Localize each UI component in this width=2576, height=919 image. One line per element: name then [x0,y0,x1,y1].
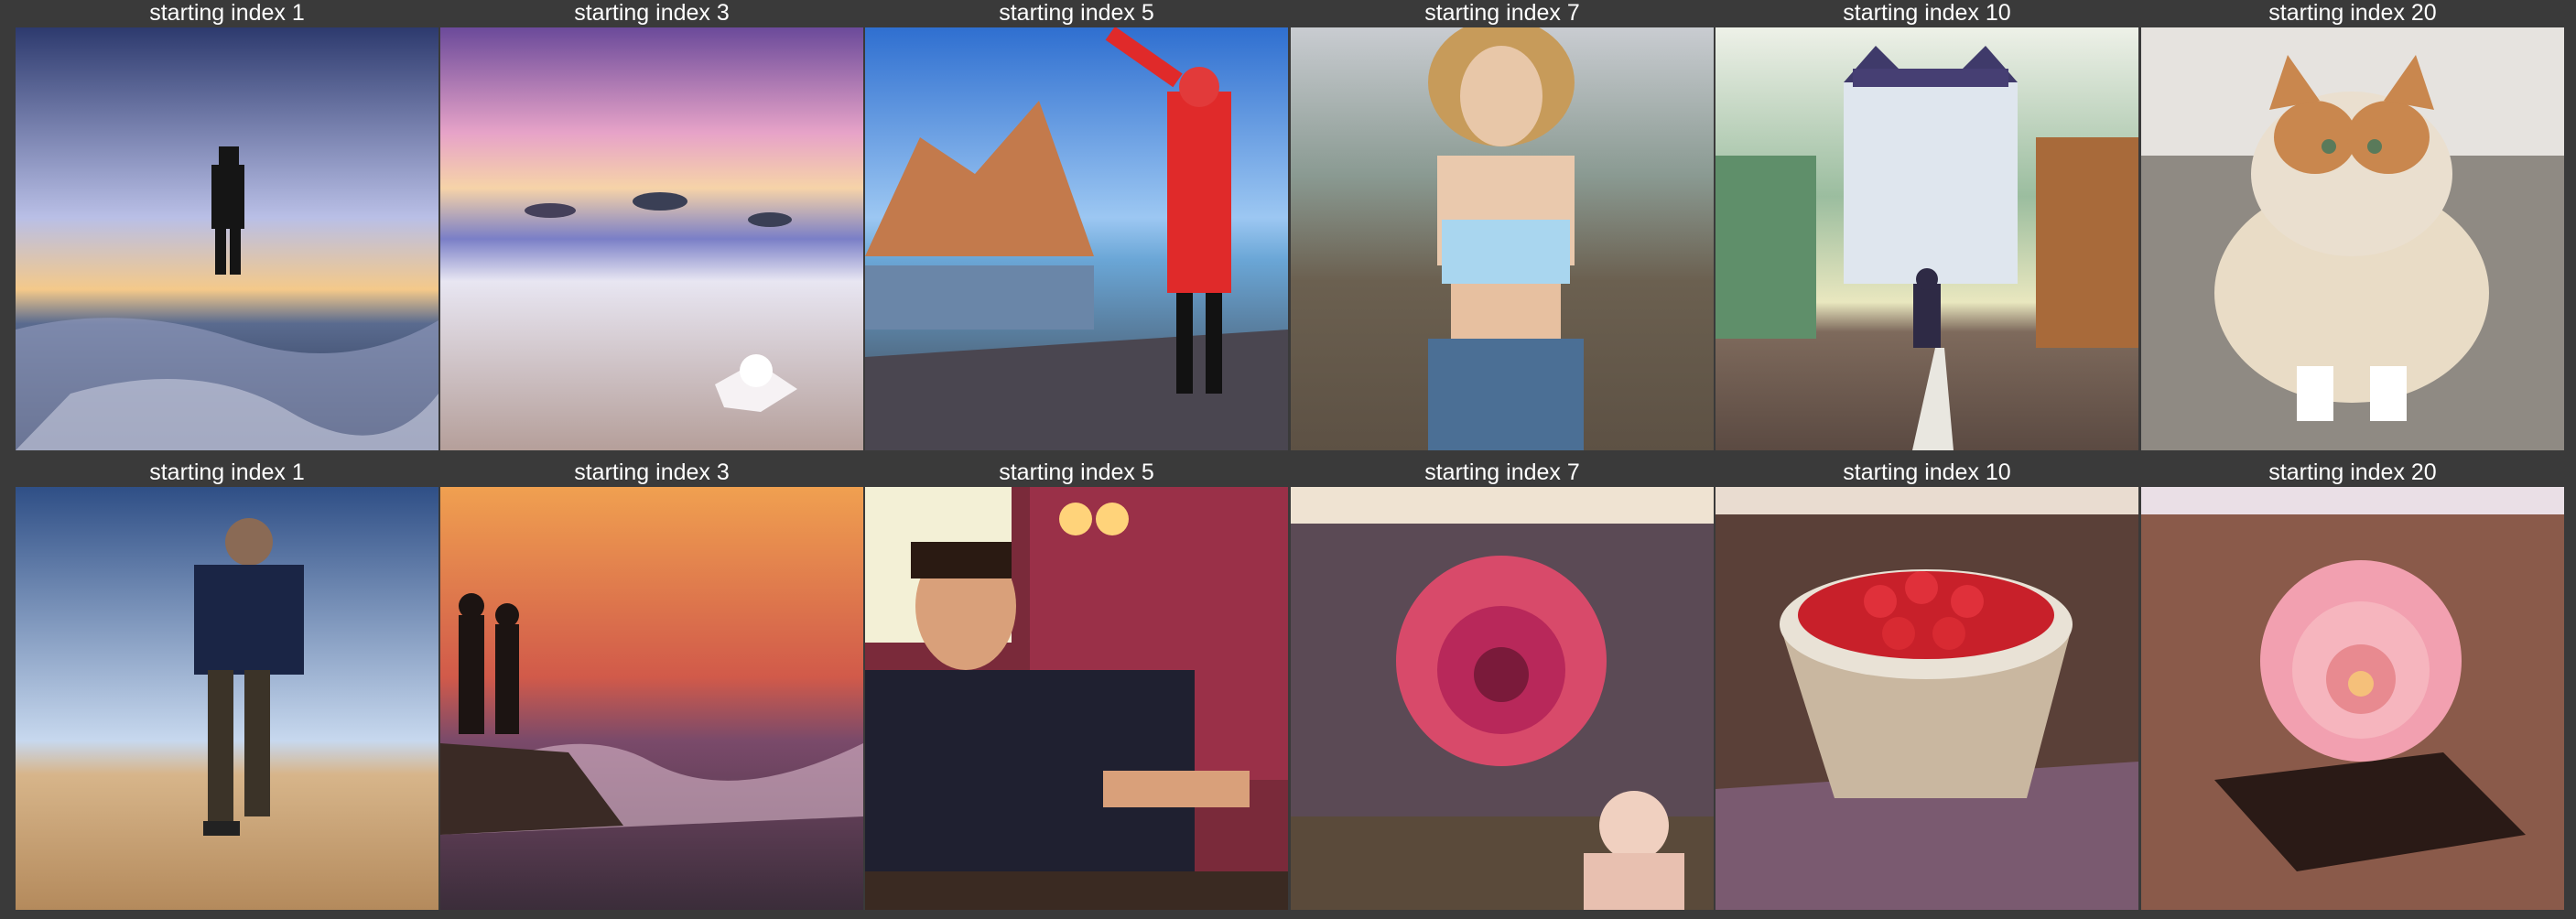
generated-image [1291,487,1714,910]
generated-image [16,487,438,910]
grid-cell: starting index 10 [1716,460,2138,910]
cell-label: starting index 3 [574,460,730,485]
grid-cell: starting index 5 [865,0,1288,450]
generated-image [440,27,863,450]
grid-cell: starting index 20 [2141,0,2564,450]
grid-cell: starting index 3 [440,0,863,450]
grid-cell: starting index 1 [16,0,438,450]
cell-label: starting index 7 [1424,0,1580,26]
generated-image [1716,27,2138,450]
grid-cell: starting index 10 [1716,0,2138,450]
generated-image [2141,487,2564,910]
generated-image [16,27,438,450]
cell-label: starting index 7 [1424,460,1580,485]
cell-label: starting index 20 [2268,460,2437,485]
cell-label: starting index 10 [1843,0,2011,26]
generated-image [1291,27,1714,450]
generated-image [865,27,1288,450]
cell-label: starting index 1 [149,0,305,26]
grid-row-2: starting index 1 starting index 3 starti… [0,460,2576,910]
grid-cell: starting index 7 [1291,460,1714,910]
generated-image [1716,487,2138,910]
grid-cell: starting index 7 [1291,0,1714,450]
cell-label: starting index 20 [2268,0,2437,26]
grid-cell: starting index 1 [16,460,438,910]
generated-image [2141,27,2564,450]
grid-cell: starting index 20 [2141,460,2564,910]
generated-image [865,487,1288,910]
cell-label: starting index 5 [999,460,1154,485]
grid-cell: starting index 3 [440,460,863,910]
cell-label: starting index 1 [149,460,305,485]
grid-cell: starting index 5 [865,460,1288,910]
grid-row-1: starting index 1 starting index 3 starti… [0,0,2576,450]
generated-image [440,487,863,910]
image-grid: starting index 1 starting index 3 starti… [0,0,2576,919]
cell-label: starting index 5 [999,0,1154,26]
cell-label: starting index 3 [574,0,730,26]
cell-label: starting index 10 [1843,460,2011,485]
